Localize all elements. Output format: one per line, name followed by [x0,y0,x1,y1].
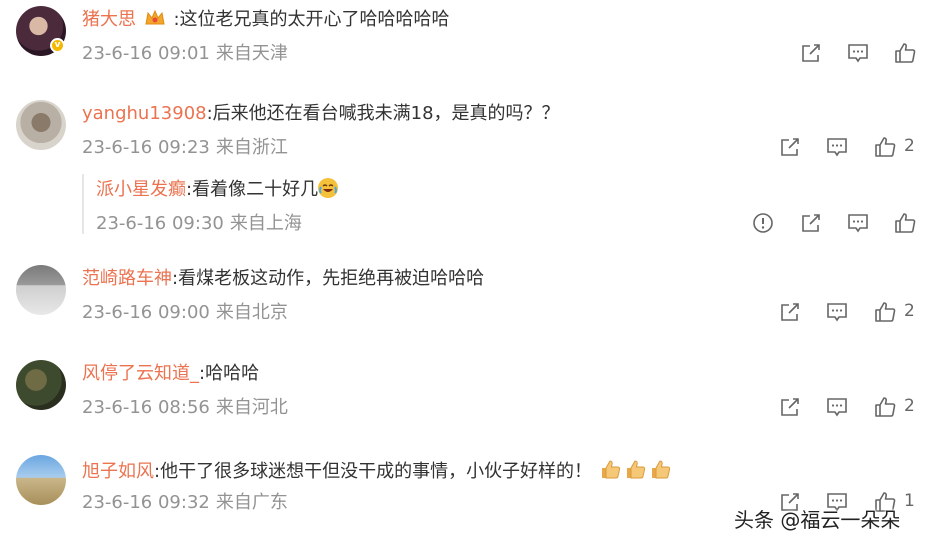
comment-username[interactable]: 旭子如风 [82,461,154,482]
thumbs-up-emoji [651,460,670,479]
forward-button[interactable] [799,41,823,65]
comment-text: :他干了很多球迷想干但没干成的事情，小伙子好样的！ [154,461,593,482]
comment-icon [827,303,847,322]
comment-icon [827,398,847,417]
like-icon [895,213,916,233]
crown-icon [144,8,166,28]
comment-button[interactable] [825,300,849,324]
laugh-cry-emoji [318,178,339,198]
like-icon [875,302,896,322]
comment-button[interactable] [825,135,849,159]
reply-item: 派小星发癫:看着像二十好几 [96,178,339,202]
comment-username[interactable]: 猪大思 [82,9,136,30]
thumbs-up-emoji [601,460,620,479]
comment-text: :哈哈哈 [199,363,260,384]
forward-icon [802,214,820,232]
comment-username[interactable]: 范崎路车神 [82,268,172,289]
reply-text: :看着像二十好几 [186,179,319,200]
comment-icon [848,44,868,63]
thumbs-up-emoji-group [598,460,673,482]
report-icon [753,213,773,233]
forward-button[interactable] [778,135,802,159]
thumbs-up-emoji [626,460,645,479]
like-button[interactable] [873,395,897,419]
forward-button[interactable] [778,395,802,419]
report-button[interactable] [751,211,775,235]
like-count: 2 [904,396,915,416]
like-button[interactable] [873,135,897,159]
comment-username[interactable]: 风停了云知道_ [82,363,199,384]
forward-icon [781,398,799,416]
like-button[interactable] [893,211,917,235]
forward-icon [781,303,799,321]
like-icon [875,397,896,417]
comment-text: :看煤老板这动作，先拒绝再被迫哈哈哈 [172,268,485,289]
like-button[interactable] [893,41,917,65]
comment-text: :这位老兄真的太开心了哈哈哈哈哈 [173,9,450,30]
comment-username[interactable]: yanghu13908 [82,103,207,124]
forward-icon [802,44,820,62]
comment-button[interactable] [825,395,849,419]
like-count: 2 [904,136,915,156]
comment-icon [848,214,868,233]
comment-button[interactable] [846,211,870,235]
watermark: 头条 @福云一朵朵 [734,508,901,532]
like-icon [895,43,916,63]
forward-icon [781,138,799,156]
forward-button[interactable] [778,300,802,324]
reply-username[interactable]: 派小星发癫 [96,179,186,200]
comment-icon [827,138,847,157]
like-button[interactable] [873,300,897,324]
forward-button[interactable] [799,211,823,235]
like-count: 2 [904,301,915,321]
like-icon [875,137,896,157]
comment-button[interactable] [846,41,870,65]
comment-text: :后来他还在看台喊我未满18，是真的吗？？ [206,103,560,124]
like-count: 1 [904,491,915,511]
